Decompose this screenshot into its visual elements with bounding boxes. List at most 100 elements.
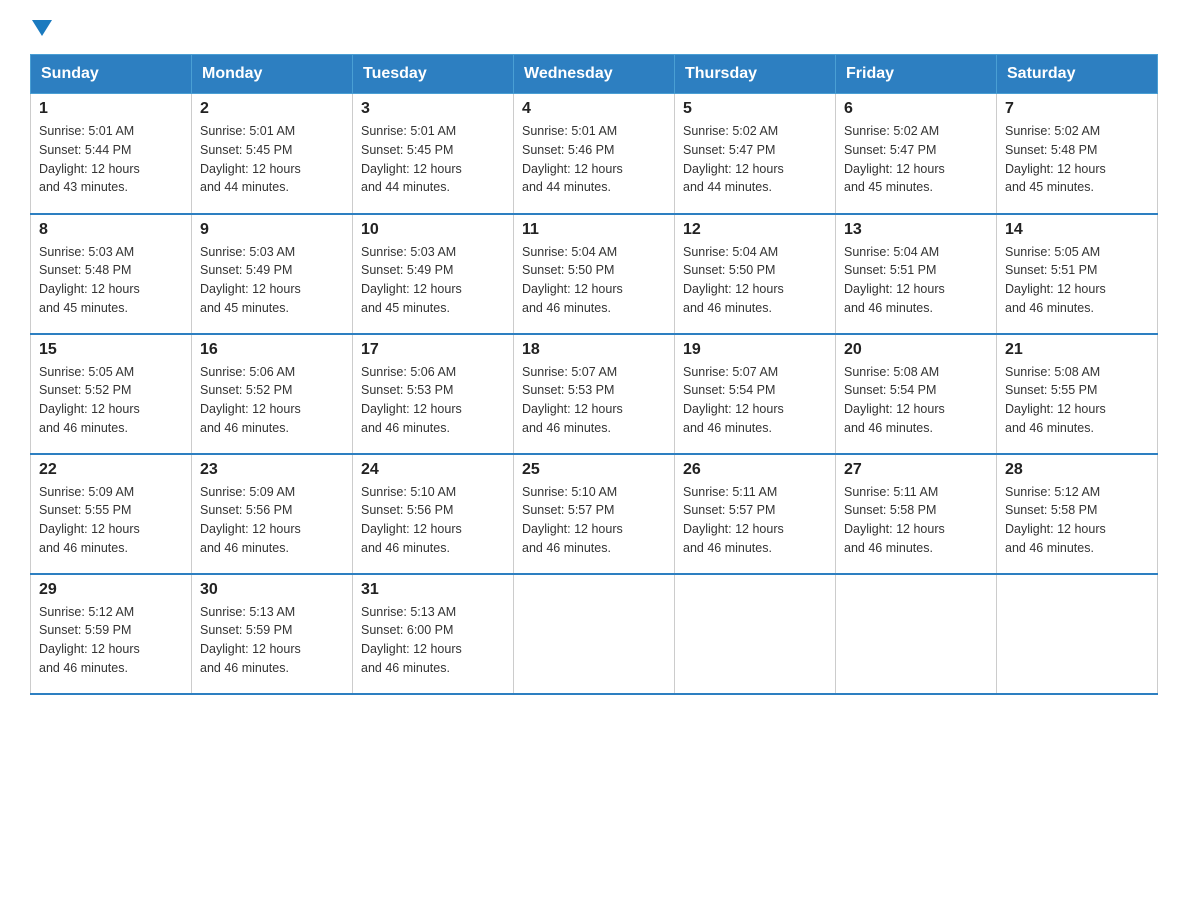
- day-info: Sunrise: 5:04 AMSunset: 5:50 PMDaylight:…: [683, 243, 827, 318]
- day-info: Sunrise: 5:07 AMSunset: 5:53 PMDaylight:…: [522, 363, 666, 438]
- calendar-cell: 23 Sunrise: 5:09 AMSunset: 5:56 PMDayligh…: [192, 454, 353, 574]
- day-info: Sunrise: 5:01 AMSunset: 5:46 PMDaylight:…: [522, 122, 666, 197]
- day-info: Sunrise: 5:11 AMSunset: 5:57 PMDaylight:…: [683, 483, 827, 558]
- day-number: 21: [1005, 341, 1149, 359]
- day-number: 23: [200, 461, 344, 479]
- week-row-4: 22 Sunrise: 5:09 AMSunset: 5:55 PMDayligh…: [31, 454, 1158, 574]
- calendar-cell: [675, 574, 836, 694]
- day-number: 28: [1005, 461, 1149, 479]
- column-header-wednesday: Wednesday: [514, 55, 675, 94]
- calendar-cell: 29 Sunrise: 5:12 AMSunset: 5:59 PMDayligh…: [31, 574, 192, 694]
- day-number: 20: [844, 341, 988, 359]
- calendar-cell: 28 Sunrise: 5:12 AMSunset: 5:58 PMDayligh…: [997, 454, 1158, 574]
- calendar-cell: 1 Sunrise: 5:01 AMSunset: 5:44 PMDaylight…: [31, 94, 192, 214]
- day-number: 17: [361, 341, 505, 359]
- calendar-cell: 24 Sunrise: 5:10 AMSunset: 5:56 PMDayligh…: [353, 454, 514, 574]
- calendar-cell: 27 Sunrise: 5:11 AMSunset: 5:58 PMDayligh…: [836, 454, 997, 574]
- column-header-tuesday: Tuesday: [353, 55, 514, 94]
- calendar-cell: [997, 574, 1158, 694]
- calendar-cell: 3Sunrise: 5:01 AMSunset: 5:45 PMDaylight…: [353, 94, 514, 214]
- day-info: Sunrise: 5:13 AMSunset: 6:00 PMDaylight:…: [361, 603, 505, 678]
- calendar-cell: 26Sunrise: 5:11 AMSunset: 5:57 PMDayligh…: [675, 454, 836, 574]
- day-number: 19: [683, 341, 827, 359]
- day-number: 13: [844, 221, 988, 239]
- day-number: 29: [39, 581, 183, 599]
- logo: [30, 20, 52, 34]
- day-number: 5: [683, 100, 827, 118]
- calendar-cell: 9Sunrise: 5:03 AMSunset: 5:49 PMDaylight…: [192, 214, 353, 334]
- day-number: 8: [39, 221, 183, 239]
- header-row: SundayMondayTuesdayWednesdayThursdayFrid…: [31, 55, 1158, 94]
- calendar-cell: 12 Sunrise: 5:04 AMSunset: 5:50 PMDayligh…: [675, 214, 836, 334]
- day-number: 15: [39, 341, 183, 359]
- day-info: Sunrise: 5:01 AMSunset: 5:45 PMDaylight:…: [361, 122, 505, 197]
- day-number: 16: [200, 341, 344, 359]
- calendar-cell: 19 Sunrise: 5:07 AMSunset: 5:54 PMDayligh…: [675, 334, 836, 454]
- day-info: Sunrise: 5:13 AMSunset: 5:59 PMDaylight:…: [200, 603, 344, 678]
- day-number: 1: [39, 100, 183, 118]
- day-info: Sunrise: 5:09 AMSunset: 5:55 PMDaylight:…: [39, 483, 183, 558]
- day-info: Sunrise: 5:02 AMSunset: 5:47 PMDaylight:…: [683, 122, 827, 197]
- calendar-cell: 2 Sunrise: 5:01 AMSunset: 5:45 PMDaylight…: [192, 94, 353, 214]
- day-number: 27: [844, 461, 988, 479]
- calendar-cell: 25 Sunrise: 5:10 AMSunset: 5:57 PMDayligh…: [514, 454, 675, 574]
- day-number: 24: [361, 461, 505, 479]
- calendar-cell: 10 Sunrise: 5:03 AMSunset: 5:49 PMDayligh…: [353, 214, 514, 334]
- calendar-table: SundayMondayTuesdayWednesdayThursdayFrid…: [30, 54, 1158, 695]
- column-header-thursday: Thursday: [675, 55, 836, 94]
- day-info: Sunrise: 5:07 AMSunset: 5:54 PMDaylight:…: [683, 363, 827, 438]
- calendar-cell: 4 Sunrise: 5:01 AMSunset: 5:46 PMDaylight…: [514, 94, 675, 214]
- day-number: 12: [683, 221, 827, 239]
- day-info: Sunrise: 5:06 AMSunset: 5:53 PMDaylight:…: [361, 363, 505, 438]
- day-info: Sunrise: 5:03 AMSunset: 5:49 PMDaylight:…: [361, 243, 505, 318]
- day-info: Sunrise: 5:04 AMSunset: 5:50 PMDaylight:…: [522, 243, 666, 318]
- calendar-cell: 11 Sunrise: 5:04 AMSunset: 5:50 PMDayligh…: [514, 214, 675, 334]
- calendar-cell: 16Sunrise: 5:06 AMSunset: 5:52 PMDayligh…: [192, 334, 353, 454]
- day-number: 4: [522, 100, 666, 118]
- calendar-cell: 6 Sunrise: 5:02 AMSunset: 5:47 PMDaylight…: [836, 94, 997, 214]
- day-info: Sunrise: 5:09 AMSunset: 5:56 PMDaylight:…: [200, 483, 344, 558]
- day-info: Sunrise: 5:03 AMSunset: 5:49 PMDaylight:…: [200, 243, 344, 318]
- calendar-cell: [836, 574, 997, 694]
- day-number: 25: [522, 461, 666, 479]
- day-info: Sunrise: 5:05 AMSunset: 5:52 PMDaylight:…: [39, 363, 183, 438]
- day-info: Sunrise: 5:12 AMSunset: 5:59 PMDaylight:…: [39, 603, 183, 678]
- day-info: Sunrise: 5:01 AMSunset: 5:44 PMDaylight:…: [39, 122, 183, 197]
- day-number: 30: [200, 581, 344, 599]
- day-info: Sunrise: 5:11 AMSunset: 5:58 PMDaylight:…: [844, 483, 988, 558]
- calendar-cell: [514, 574, 675, 694]
- day-number: 6: [844, 100, 988, 118]
- day-info: Sunrise: 5:02 AMSunset: 5:47 PMDaylight:…: [844, 122, 988, 197]
- day-info: Sunrise: 5:01 AMSunset: 5:45 PMDaylight:…: [200, 122, 344, 197]
- calendar-cell: 17 Sunrise: 5:06 AMSunset: 5:53 PMDayligh…: [353, 334, 514, 454]
- day-info: Sunrise: 5:04 AMSunset: 5:51 PMDaylight:…: [844, 243, 988, 318]
- calendar-cell: 14Sunrise: 5:05 AMSunset: 5:51 PMDayligh…: [997, 214, 1158, 334]
- day-number: 11: [522, 221, 666, 239]
- day-number: 22: [39, 461, 183, 479]
- calendar-cell: 20 Sunrise: 5:08 AMSunset: 5:54 PMDayligh…: [836, 334, 997, 454]
- day-info: Sunrise: 5:08 AMSunset: 5:55 PMDaylight:…: [1005, 363, 1149, 438]
- calendar-cell: 22 Sunrise: 5:09 AMSunset: 5:55 PMDayligh…: [31, 454, 192, 574]
- week-row-2: 8 Sunrise: 5:03 AMSunset: 5:48 PMDaylight…: [31, 214, 1158, 334]
- calendar-cell: 5 Sunrise: 5:02 AMSunset: 5:47 PMDaylight…: [675, 94, 836, 214]
- calendar-cell: 7 Sunrise: 5:02 AMSunset: 5:48 PMDaylight…: [997, 94, 1158, 214]
- day-info: Sunrise: 5:03 AMSunset: 5:48 PMDaylight:…: [39, 243, 183, 318]
- day-number: 14: [1005, 221, 1149, 239]
- week-row-3: 15 Sunrise: 5:05 AMSunset: 5:52 PMDayligh…: [31, 334, 1158, 454]
- column-header-monday: Monday: [192, 55, 353, 94]
- calendar-cell: 8 Sunrise: 5:03 AMSunset: 5:48 PMDaylight…: [31, 214, 192, 334]
- day-number: 10: [361, 221, 505, 239]
- day-number: 2: [200, 100, 344, 118]
- day-info: Sunrise: 5:12 AMSunset: 5:58 PMDaylight:…: [1005, 483, 1149, 558]
- day-info: Sunrise: 5:10 AMSunset: 5:57 PMDaylight:…: [522, 483, 666, 558]
- day-info: Sunrise: 5:02 AMSunset: 5:48 PMDaylight:…: [1005, 122, 1149, 197]
- column-header-sunday: Sunday: [31, 55, 192, 94]
- week-row-5: 29 Sunrise: 5:12 AMSunset: 5:59 PMDayligh…: [31, 574, 1158, 694]
- page-header: [30, 20, 1158, 34]
- calendar-cell: 18Sunrise: 5:07 AMSunset: 5:53 PMDayligh…: [514, 334, 675, 454]
- day-info: Sunrise: 5:08 AMSunset: 5:54 PMDaylight:…: [844, 363, 988, 438]
- day-number: 7: [1005, 100, 1149, 118]
- calendar-cell: 15 Sunrise: 5:05 AMSunset: 5:52 PMDayligh…: [31, 334, 192, 454]
- logo-triangle-icon: [32, 20, 52, 36]
- day-info: Sunrise: 5:10 AMSunset: 5:56 PMDaylight:…: [361, 483, 505, 558]
